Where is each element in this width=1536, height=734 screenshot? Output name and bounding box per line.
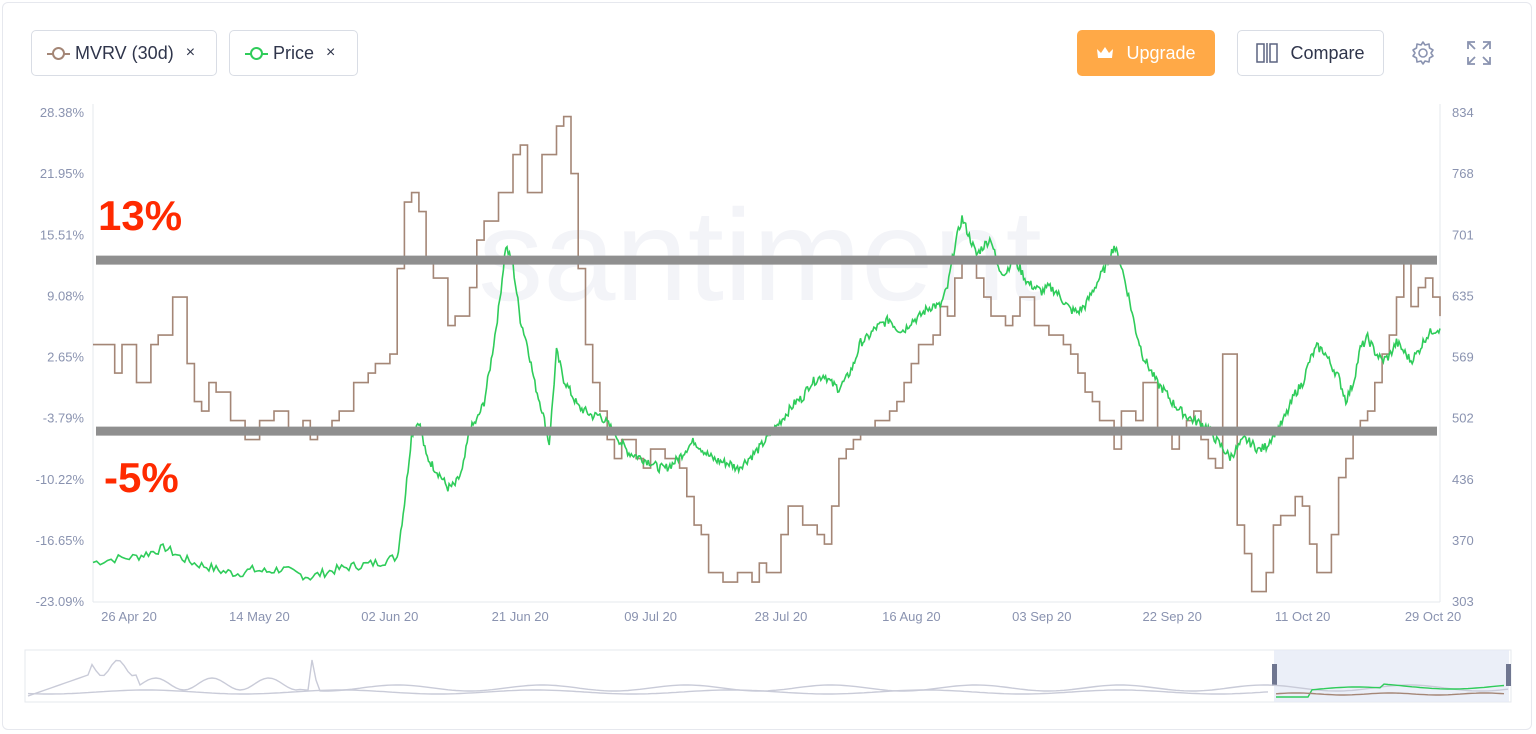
metric-label: Price bbox=[273, 42, 315, 63]
line-marker-icon bbox=[47, 46, 70, 60]
close-icon[interactable]: × bbox=[186, 44, 195, 62]
compare-icon bbox=[1256, 43, 1279, 63]
expand-icon[interactable] bbox=[1466, 40, 1492, 66]
crown-icon bbox=[1097, 47, 1114, 58]
metric-chip-price[interactable]: Price × bbox=[229, 30, 358, 76]
gear-icon[interactable] bbox=[1410, 40, 1436, 66]
upgrade-button[interactable]: Upgrade bbox=[1077, 30, 1215, 76]
annotation-lower: -5% bbox=[104, 454, 179, 501]
metric-label: MVRV (30d) bbox=[75, 42, 174, 63]
annotation-upper: 13% bbox=[98, 192, 183, 239]
close-icon[interactable]: × bbox=[326, 44, 335, 62]
metric-chip-mvrv[interactable]: MVRV (30d) × bbox=[31, 30, 217, 76]
upgrade-label: Upgrade bbox=[1126, 42, 1196, 63]
line-marker-icon bbox=[245, 46, 268, 60]
compare-label: Compare bbox=[1290, 42, 1365, 63]
compare-button[interactable]: Compare bbox=[1237, 30, 1384, 76]
chart-widget bbox=[2, 2, 1532, 730]
